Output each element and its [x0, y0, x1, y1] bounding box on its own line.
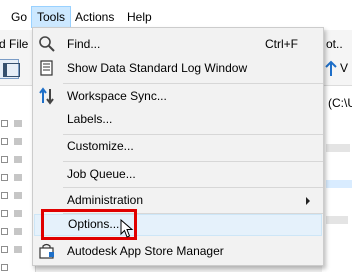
tree-node-checkbox[interactable]	[1, 246, 8, 253]
path-label: (C:\U	[328, 96, 352, 110]
tree-node-label	[14, 228, 22, 235]
tree-node-checkbox[interactable]	[1, 264, 8, 271]
menu-item-show-log-window[interactable]: Show Data Standard Log Window	[34, 57, 322, 79]
tree-node-checkbox[interactable]	[1, 138, 8, 145]
menu-item-label: Show Data Standard Log Window	[67, 61, 248, 75]
mouse-cursor-icon	[120, 219, 134, 238]
tree-node-checkbox[interactable]	[1, 174, 8, 181]
app-store-icon	[39, 243, 54, 259]
tree-node-label	[14, 192, 22, 199]
tree-node-label	[14, 156, 22, 163]
menu-item-app-store-manager[interactable]: Autodesk App Store Manager	[34, 240, 322, 262]
search-icon	[39, 36, 55, 52]
menu-item-find[interactable]: Find... Ctrl+F	[34, 33, 322, 55]
menu-item-labels[interactable]: Labels...	[34, 108, 322, 130]
view-layout-icon[interactable]	[0, 59, 20, 79]
menu-item-label: Labels...	[67, 112, 113, 126]
menu-item-label: Autodesk App Store Manager	[67, 244, 224, 258]
menu-separator	[63, 83, 323, 84]
menu-item-label: Workspace Sync...	[67, 89, 167, 103]
menu-item-customize[interactable]: Customize...	[34, 135, 322, 157]
tree-node-label	[14, 210, 22, 217]
menu-actions[interactable]: Actions	[70, 6, 119, 28]
menu-separator	[63, 187, 323, 188]
menu-item-workspace-sync[interactable]: Workspace Sync...	[34, 85, 322, 107]
tree-node-checkbox[interactable]	[1, 228, 8, 235]
tree-node-checkbox[interactable]	[1, 156, 8, 163]
tree-node-label	[14, 174, 22, 181]
tree-node-checkbox[interactable]	[1, 210, 8, 217]
tree-node-label	[14, 138, 22, 145]
toolbar-right-label: ot..	[326, 37, 343, 51]
menu-tools[interactable]: Tools	[31, 6, 72, 28]
tree-node-checkbox[interactable]	[1, 120, 8, 127]
menu-item-label: Find...	[67, 37, 101, 51]
menu-item-shortcut: Ctrl+F	[265, 37, 298, 51]
tree-node-label	[14, 246, 22, 253]
tree-node-checkbox[interactable]	[1, 192, 8, 199]
menu-item-job-queue[interactable]: Job Queue...	[34, 163, 322, 185]
toolbar-file-label: d File	[0, 37, 29, 51]
submenu-arrow-icon	[306, 197, 310, 205]
up-arrow-icon[interactable]	[324, 60, 338, 78]
list-row-selected	[326, 180, 352, 188]
menu-item-label: Administration	[67, 193, 144, 207]
menu-item-label: Job Queue...	[67, 167, 136, 181]
right-content-pane: (C:\U	[322, 86, 352, 272]
menu-help[interactable]: Help	[122, 6, 157, 28]
sync-arrows-icon	[39, 87, 54, 105]
tree-node-label	[14, 120, 22, 127]
menu-item-label: Customize...	[67, 139, 134, 153]
log-window-icon	[40, 60, 53, 76]
toolbar-right-letter: V	[340, 61, 349, 75]
list-row	[326, 144, 350, 152]
menubar: Go Tools Actions Help	[0, 0, 352, 30]
list-row	[326, 216, 348, 224]
menu-go[interactable]: Go	[6, 6, 32, 28]
left-tree-pane	[0, 86, 36, 272]
menu-item-administration[interactable]: Administration	[34, 189, 322, 211]
menu-separator	[63, 161, 323, 162]
